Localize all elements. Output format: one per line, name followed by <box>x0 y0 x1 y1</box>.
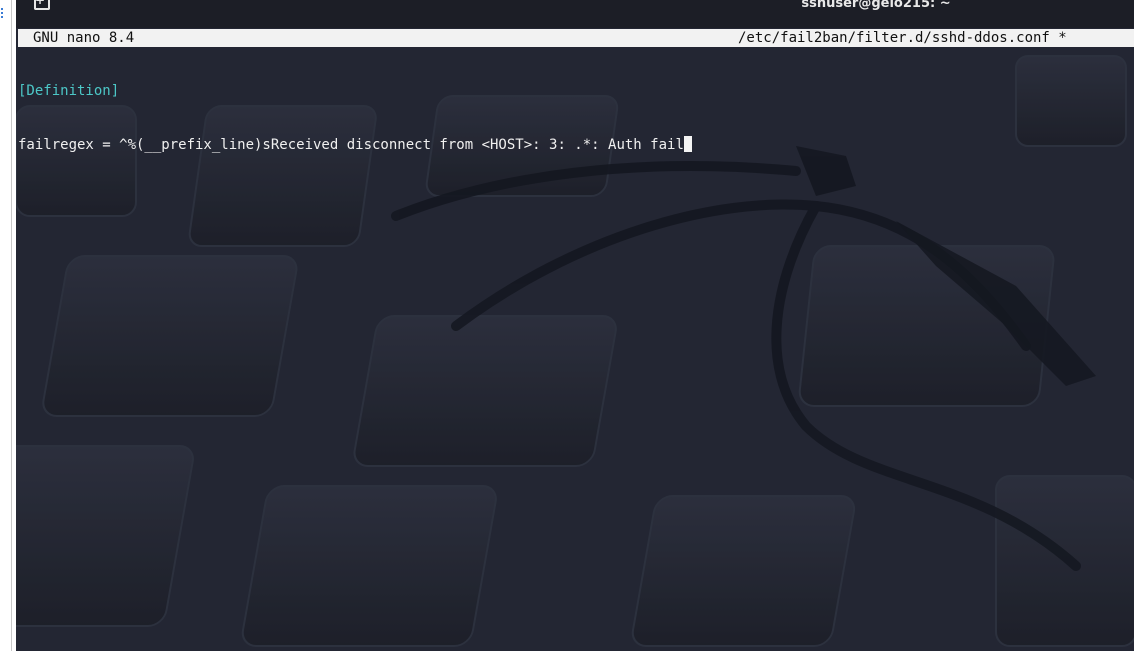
window-title: sshuser@gelo215: ~ <box>801 0 951 11</box>
title-bar: + sshuser@gelo215: ~ <box>16 0 1134 28</box>
desktop-left-strip <box>0 0 12 651</box>
file-path: /etc/fail2ban/filter.d/sshd-ddos.conf * <box>738 30 1067 46</box>
nano-version: GNU nano 8.4 <box>33 30 135 46</box>
selection-marker <box>1 8 6 18</box>
terminal-window[interactable]: + sshuser@gelo215: ~ GNU nano 8.4 /etc/f… <box>16 0 1134 651</box>
text-cursor <box>683 136 692 152</box>
nano-header-bar: GNU nano 8.4 /etc/fail2ban/filter.d/sshd… <box>18 29 1134 47</box>
new-tab-icon[interactable]: + <box>32 0 50 13</box>
section-header-line[interactable]: [Definition] <box>18 82 1134 100</box>
editor-buffer[interactable]: [Definition] failregex = ^%(__prefix_lin… <box>18 46 1134 651</box>
text-line[interactable]: failregex = ^%(__prefix_line)sReceived d… <box>18 136 1134 154</box>
divider <box>11 0 12 651</box>
text-line-content[interactable]: failregex = ^%(__prefix_line)sReceived d… <box>18 137 684 153</box>
